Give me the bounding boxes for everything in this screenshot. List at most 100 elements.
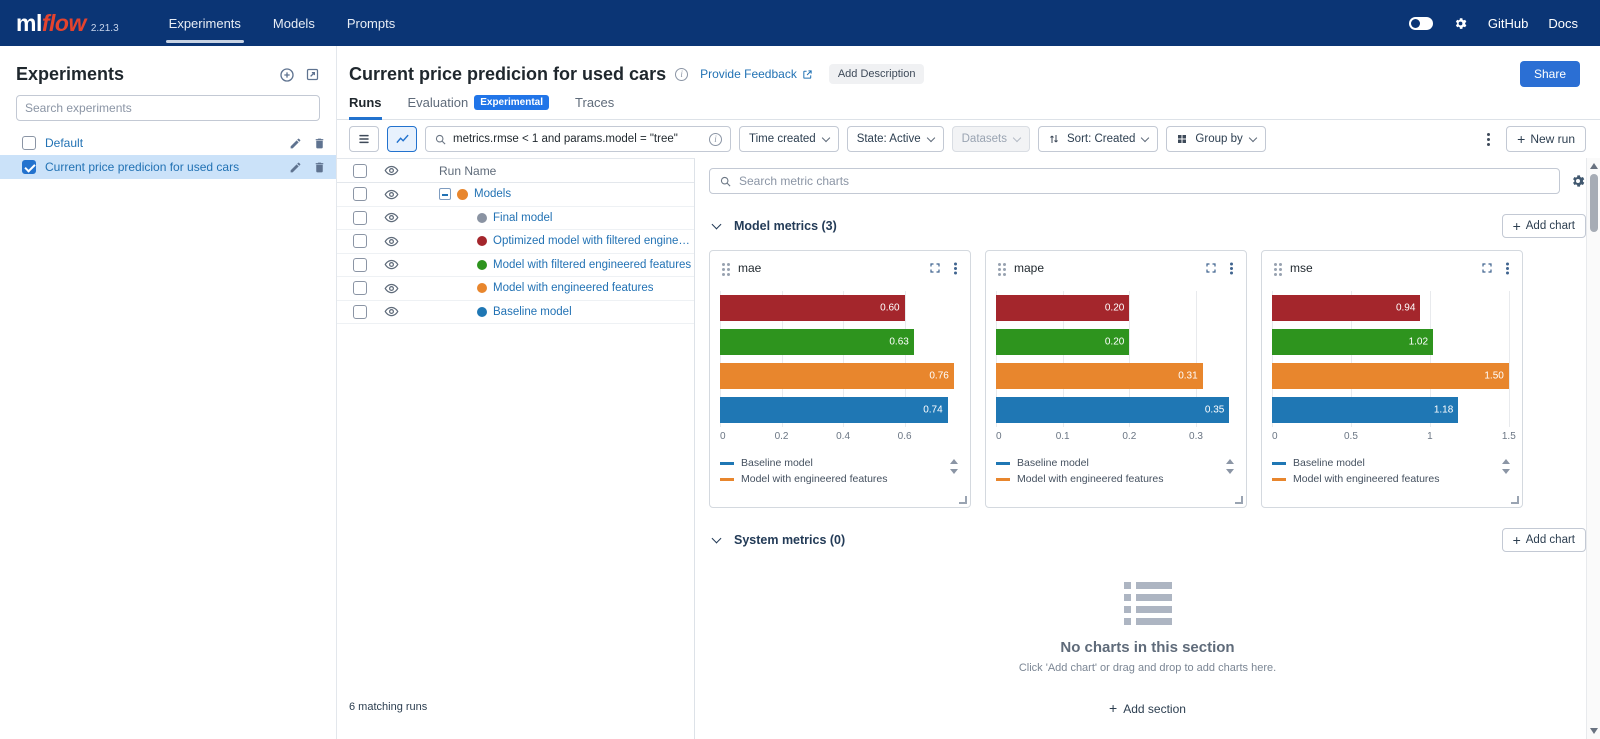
legend-scroll-down-icon[interactable]: [950, 469, 958, 474]
run-checkbox[interactable]: [353, 281, 367, 295]
run-name-link[interactable]: Baseline model: [493, 306, 572, 318]
metric-bar[interactable]: 0.31: [996, 363, 1203, 389]
run-checkbox[interactable]: [353, 234, 367, 248]
provide-feedback-link[interactable]: Provide Feedback: [700, 67, 813, 81]
card-resize-handle[interactable]: [1511, 496, 1519, 504]
run-row[interactable]: Model with engineered features: [337, 277, 694, 301]
experiment-checkbox[interactable]: [22, 136, 36, 150]
run-row[interactable]: Final model: [337, 207, 694, 231]
legend-scroll-up-icon[interactable]: [1502, 459, 1510, 464]
add-chart-button[interactable]: Add chart: [1502, 528, 1586, 552]
run-checkbox[interactable]: [353, 305, 367, 319]
metric-bar[interactable]: 0.63: [720, 329, 914, 355]
nav-models[interactable]: Models: [257, 0, 331, 46]
model-metrics-title[interactable]: Model metrics (3): [734, 219, 837, 233]
sort-dropdown[interactable]: Sort: Created: [1038, 126, 1158, 152]
experiment-list-item-selected[interactable]: Current price predicion for used cars: [0, 155, 336, 179]
mlflow-logo[interactable]: ml flow 2.21.3: [16, 10, 119, 37]
run-name-link[interactable]: Model with filtered engineered features: [493, 259, 691, 271]
tab-traces[interactable]: Traces: [575, 95, 614, 119]
eye-icon[interactable]: [377, 187, 405, 202]
fullscreen-icon[interactable]: [1481, 262, 1493, 274]
metric-bar[interactable]: 0.20: [996, 329, 1129, 355]
chart-options-kebab-icon[interactable]: [954, 267, 957, 270]
system-metrics-title[interactable]: System metrics (0): [734, 533, 845, 547]
scrollbar-thumb[interactable]: [1590, 174, 1598, 232]
collapse-chevron-icon[interactable]: [712, 534, 722, 544]
theme-toggle-icon[interactable]: [1409, 17, 1433, 30]
drag-handle-icon[interactable]: [1274, 263, 1277, 266]
edit-pencil-icon[interactable]: [289, 161, 302, 174]
metric-bar[interactable]: 0.60: [720, 295, 905, 321]
legend-scroll-down-icon[interactable]: [1226, 469, 1234, 474]
group-by-dropdown[interactable]: Group by: [1166, 126, 1265, 152]
experiment-checkbox[interactable]: [22, 160, 36, 174]
run-row[interactable]: Optimized model with filtered engineered…: [337, 230, 694, 254]
eye-icon[interactable]: [377, 163, 405, 178]
legend-scroll-down-icon[interactable]: [1502, 469, 1510, 474]
delete-trash-icon[interactable]: [313, 137, 326, 150]
metric-charts-search-input[interactable]: [739, 174, 1550, 188]
experiment-list-item[interactable]: Default: [0, 131, 336, 155]
popout-icon[interactable]: [305, 67, 320, 82]
metric-bar[interactable]: 0.20: [996, 295, 1129, 321]
settings-gear-icon[interactable]: [1453, 16, 1468, 31]
legend-scroll-up-icon[interactable]: [950, 459, 958, 464]
search-experiments-input[interactable]: [16, 95, 320, 121]
time-created-dropdown[interactable]: Time created: [739, 126, 839, 152]
docs-link[interactable]: Docs: [1548, 16, 1578, 31]
drag-handle-icon[interactable]: [998, 263, 1001, 266]
fullscreen-icon[interactable]: [929, 262, 941, 274]
tab-runs[interactable]: Runs: [349, 95, 382, 119]
metric-bar[interactable]: 1.50: [1272, 363, 1509, 389]
experiment-name-link[interactable]: Default: [45, 136, 280, 150]
metric-bar[interactable]: 1.02: [1272, 329, 1433, 355]
chart-options-kebab-icon[interactable]: [1506, 267, 1509, 270]
metric-bar[interactable]: 1.18: [1272, 397, 1458, 423]
add-experiment-icon[interactable]: [279, 67, 295, 83]
run-row[interactable]: Baseline model: [337, 301, 694, 325]
metric-bar[interactable]: 0.94: [1272, 295, 1420, 321]
datasets-dropdown[interactable]: Datasets: [952, 126, 1030, 152]
drag-handle-icon[interactable]: [722, 263, 725, 266]
run-name-link[interactable]: Final model: [493, 212, 552, 224]
run-checkbox[interactable]: [353, 211, 367, 225]
eye-icon[interactable]: [377, 281, 405, 296]
list-view-button[interactable]: [349, 126, 379, 152]
metric-bar[interactable]: 0.76: [720, 363, 954, 389]
run-name-link[interactable]: Optimized model with filtered engineered…: [493, 235, 694, 247]
scroll-up-arrow-icon[interactable]: [1590, 163, 1598, 169]
nav-prompts[interactable]: Prompts: [331, 0, 411, 46]
more-options-kebab-icon[interactable]: [1487, 138, 1490, 141]
nav-experiments[interactable]: Experiments: [153, 0, 257, 46]
runs-search-input[interactable]: [453, 133, 703, 145]
eye-icon[interactable]: [377, 210, 405, 225]
tab-evaluation[interactable]: Evaluation Experimental: [408, 95, 550, 119]
add-chart-button[interactable]: Add chart: [1502, 214, 1586, 238]
info-icon[interactable]: [675, 68, 688, 81]
state-dropdown[interactable]: State: Active: [847, 126, 944, 152]
eye-icon[interactable]: [377, 257, 405, 272]
card-resize-handle[interactable]: [959, 496, 967, 504]
metric-bar[interactable]: 0.74: [720, 397, 948, 423]
select-all-checkbox[interactable]: [353, 164, 367, 178]
add-description-button[interactable]: Add Description: [829, 64, 925, 84]
run-checkbox[interactable]: [353, 258, 367, 272]
collapse-minus-icon[interactable]: [439, 188, 451, 200]
chart-settings-gear-icon[interactable]: [1570, 173, 1586, 189]
chart-options-kebab-icon[interactable]: [1230, 267, 1233, 270]
new-run-button[interactable]: New run: [1506, 126, 1586, 152]
vertical-scrollbar[interactable]: [1586, 158, 1600, 739]
run-row[interactable]: Model with filtered engineered features: [337, 254, 694, 278]
collapse-chevron-icon[interactable]: [712, 220, 722, 230]
run-name-link[interactable]: Models: [474, 188, 511, 200]
eye-icon[interactable]: [377, 304, 405, 319]
run-name-link[interactable]: Model with engineered features: [493, 282, 653, 294]
scroll-down-arrow-icon[interactable]: [1590, 728, 1598, 734]
run-name-column-header[interactable]: Run Name: [405, 164, 496, 178]
run-checkbox[interactable]: [353, 187, 367, 201]
edit-pencil-icon[interactable]: [289, 137, 302, 150]
card-resize-handle[interactable]: [1235, 496, 1243, 504]
metric-bar[interactable]: 0.35: [996, 397, 1229, 423]
share-button[interactable]: Share: [1520, 61, 1580, 87]
